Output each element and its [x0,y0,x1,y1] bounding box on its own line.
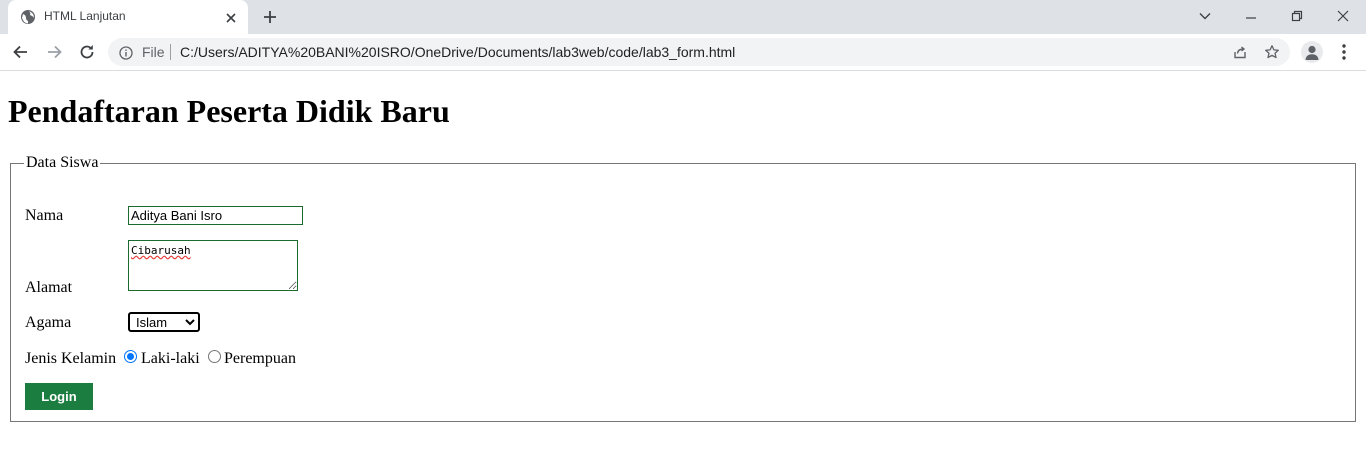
data-siswa-fieldset: Data Siswa Nama Alamat Cibarusah Agama I… [10,154,1356,422]
login-button[interactable]: Login [25,383,93,410]
address-bar[interactable]: File C:/Users/ADITYA%20BANI%20ISRO/OneDr… [108,38,1290,66]
profile-icon[interactable] [1301,41,1323,63]
forward-arrow-icon[interactable] [44,42,64,62]
info-icon[interactable] [119,45,133,60]
jenis-kelamin-label: Jenis Kelamin [25,350,117,367]
window-close-icon[interactable] [1332,6,1354,26]
plus-icon[interactable] [261,8,279,26]
nama-input[interactable] [128,206,303,225]
chevron-down-icon[interactable] [1194,6,1216,26]
radio-laki-laki-label[interactable]: Laki-laki [141,350,200,368]
address-url[interactable]: C:/Users/ADITYA%20BANI%20ISRO/OneDrive/D… [180,44,735,60]
alamat-label: Alamat [25,279,73,296]
browser-toolbar: File C:/Users/ADITYA%20BANI%20ISRO/OneDr… [0,34,1366,71]
radio-perempuan-label[interactable]: Perempuan [224,350,296,368]
address-scheme: File [142,44,165,60]
agama-label: Agama [25,314,72,331]
alamat-textarea[interactable]: Cibarusah [128,240,298,291]
more-vert-icon[interactable] [1336,42,1352,62]
page-title: Pendaftaran Peserta Didik Baru [8,93,450,129]
close-icon[interactable] [224,10,238,24]
address-separator [170,44,171,60]
fieldset-legend: Data Siswa [26,154,99,171]
tab-title: HTML Lanjutan [44,9,126,23]
nama-label: Nama [25,207,64,224]
share-icon[interactable] [1232,44,1248,60]
agama-select[interactable]: Islam [128,312,200,332]
star-icon[interactable] [1264,44,1280,60]
tab-strip: HTML Lanjutan [0,0,1366,34]
radio-perempuan[interactable] [208,350,221,363]
page-content: Pendaftaran Peserta Didik Baru Data Sisw… [0,72,1366,451]
minimize-icon[interactable] [1240,6,1262,26]
reload-icon[interactable] [77,42,97,62]
restore-icon[interactable] [1286,6,1308,26]
browser-tab[interactable]: HTML Lanjutan [8,0,248,34]
back-arrow-icon[interactable] [11,42,31,62]
radio-laki-laki[interactable] [124,350,137,363]
globe-icon [20,9,36,25]
